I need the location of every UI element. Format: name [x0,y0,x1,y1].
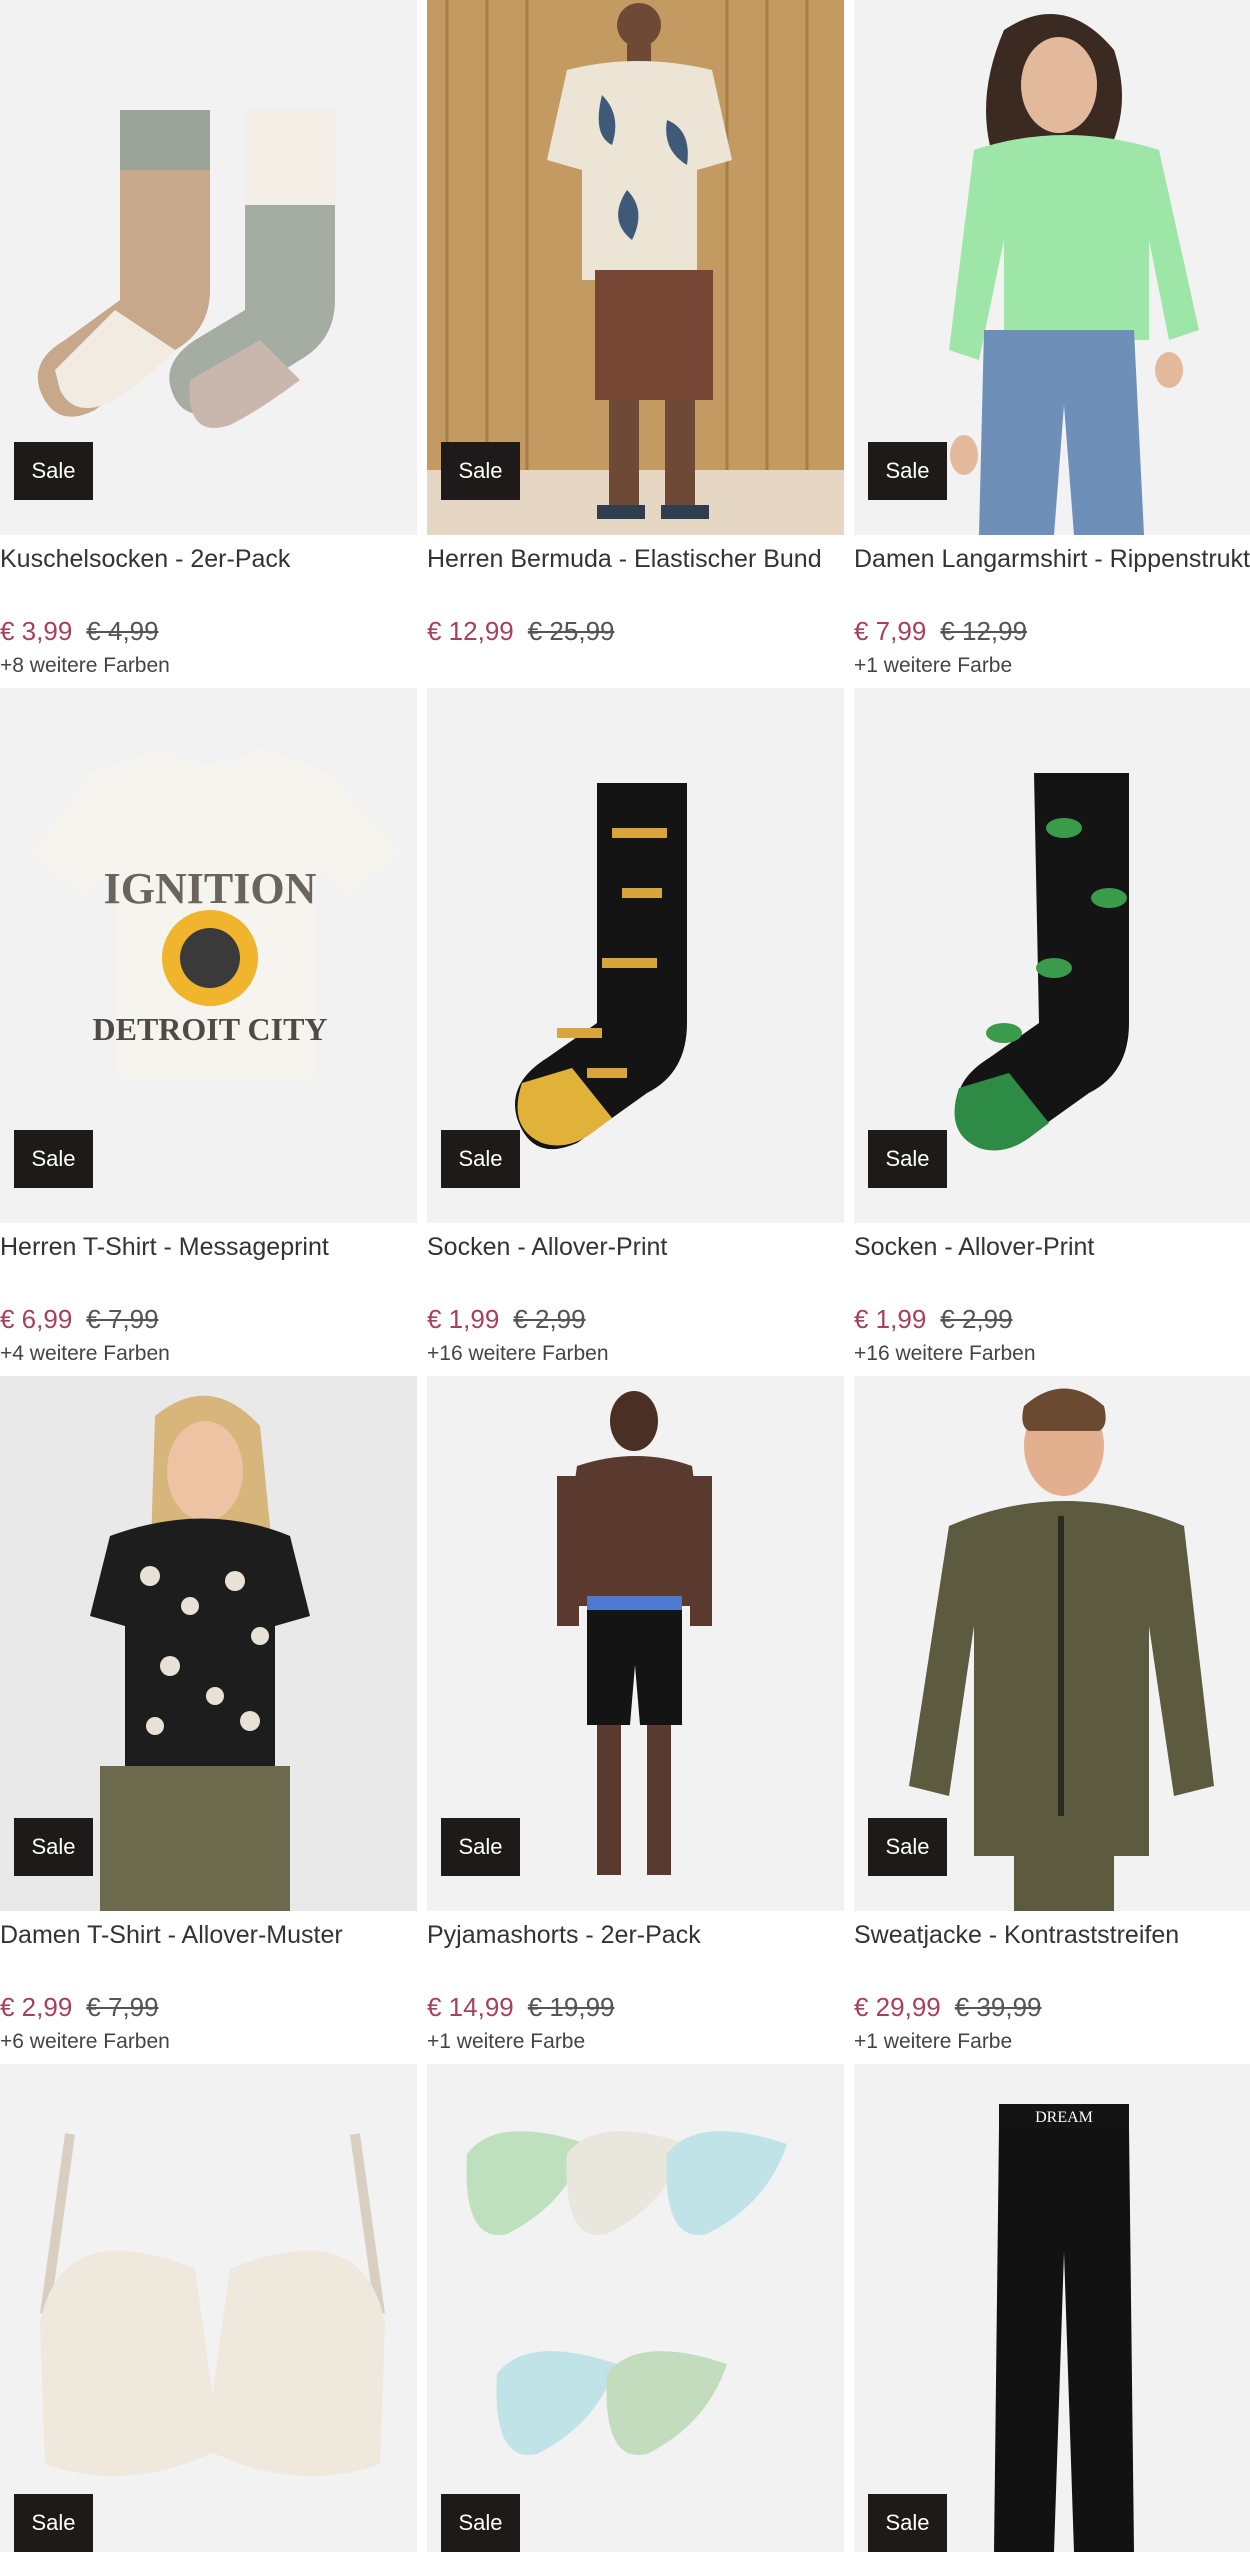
sale-badge: Sale [868,442,947,500]
product-card[interactable]: Sale Socken - Allover-Print € 1,99 € 2,99… [427,688,844,1376]
product-card[interactable]: Sale Pyjamashorts - 2er-Pack € 14,99 € 19… [427,1376,844,2064]
product-title[interactable]: Damen T-Shirt - Allover-Muster [0,1918,420,1952]
original-price: € 39,99 [954,1992,1042,2022]
price-row: € 7,99 € 12,99 [854,614,1027,648]
product-card[interactable]: Sale [427,2064,844,2552]
product-title[interactable]: Pyjamashorts - 2er-Pack [427,1918,847,1952]
sale-price: € 1,99 [427,1304,500,1334]
product-title[interactable]: Herren Bermuda - Elastischer Bund [427,542,847,576]
sale-price: € 1,99 [854,1304,927,1334]
sale-badge: Sale [441,1818,520,1876]
price-row: € 3,99 € 4,99 [0,614,159,648]
sale-price: € 12,99 [427,616,514,646]
sale-price: € 2,99 [0,1992,73,2022]
original-price: € 2,99 [940,1304,1013,1334]
sale-badge: Sale [441,442,520,500]
product-card[interactable]: Sale Socken - Allover-Print € 1,99 € 2,99… [854,688,1250,1376]
product-image[interactable]: Sale [0,2064,417,2552]
product-card[interactable]: DREAM Sale [854,2064,1250,2552]
color-count: +1 weitere Farbe [427,2030,586,2053]
product-card[interactable]: IGNITION DETROIT CITY Sale Herren T-Shir… [0,688,417,1376]
product-title[interactable]: Kuschelsocken - 2er-Pack [0,542,420,576]
sale-price: € 14,99 [427,1992,514,2022]
product-title[interactable]: Socken - Allover-Print [427,1230,847,1264]
product-card[interactable]: Sale Herren Bermuda - Elastischer Bund €… [427,0,844,688]
tshirt-print-text: IGNITION [104,864,317,913]
sale-badge: Sale [868,1818,947,1876]
product-card[interactable]: Sale Kuschelsocken - 2er-Pack € 3,99 € 4,… [0,0,417,688]
product-image[interactable]: DREAM Sale [854,2064,1250,2552]
price-row: € 29,99 € 39,99 [854,1990,1042,2024]
product-image[interactable]: Sale [427,688,844,1223]
original-price: € 19,99 [527,1992,615,2022]
color-count: +1 weitere Farbe [854,2030,1013,2053]
product-card[interactable]: Sale Sweatjacke - Kontraststreifen € 29,… [854,1376,1250,2064]
sale-badge: Sale [441,2494,520,2552]
color-count: +16 weitere Farben [854,1342,1036,1365]
sale-price: € 3,99 [0,616,73,646]
sale-badge: Sale [868,2494,947,2552]
product-image[interactable]: Sale [0,0,417,535]
sale-badge: Sale [441,1130,520,1188]
product-image[interactable]: Sale [854,0,1250,535]
price-row: € 1,99 € 2,99 [854,1302,1013,1336]
original-price: € 4,99 [86,616,159,646]
product-image[interactable]: Sale [0,1376,417,1911]
product-title[interactable]: Damen Langarmshirt - Rippenstruktur [854,542,1250,576]
sale-price: € 6,99 [0,1304,73,1334]
product-image[interactable]: IGNITION DETROIT CITY Sale [0,688,417,1223]
price-row: € 12,99 € 25,99 [427,614,615,648]
original-price: € 2,99 [513,1304,586,1334]
price-row: € 2,99 € 7,99 [0,1990,159,2024]
product-image[interactable]: Sale [854,1376,1250,1911]
original-price: € 7,99 [86,1992,159,2022]
flared-leggings-image: DREAM [854,2064,1250,2552]
color-count: +1 weitere Farbe [854,654,1013,677]
color-count: +16 weitere Farben [427,1342,609,1365]
color-count: +8 weitere Farben [0,654,170,677]
product-image[interactable]: Sale [854,688,1250,1223]
product-title[interactable]: Socken - Allover-Print [854,1230,1250,1264]
price-row: € 1,99 € 2,99 [427,1302,586,1336]
product-title[interactable]: Herren T-Shirt - Messageprint [0,1230,420,1264]
sale-price: € 29,99 [854,1992,941,2022]
original-price: € 25,99 [527,616,615,646]
price-row: € 14,99 € 19,99 [427,1990,615,2024]
product-image[interactable]: Sale [427,1376,844,1911]
original-price: € 7,99 [86,1304,159,1334]
tshirt-print-subtext: DETROIT CITY [92,1011,327,1047]
bra-image [0,2064,417,2552]
waistband-text: DREAM [1035,2109,1093,2126]
sale-badge: Sale [868,1130,947,1188]
sale-badge: Sale [14,1818,93,1876]
color-count: +4 weitere Farben [0,1342,170,1365]
sale-badge: Sale [14,1130,93,1188]
original-price: € 12,99 [940,616,1028,646]
color-count: +6 weitere Farben [0,2030,170,2053]
price-row: € 6,99 € 7,99 [0,1302,159,1336]
product-title[interactable]: Sweatjacke - Kontraststreifen [854,1918,1250,1952]
sale-price: € 7,99 [854,616,927,646]
product-card[interactable]: Sale Damen T-Shirt - Allover-Muster € 2,… [0,1376,417,2064]
product-image[interactable]: Sale [427,0,844,535]
sale-badge: Sale [14,442,93,500]
product-card[interactable]: Sale [0,2064,417,2552]
product-image[interactable]: Sale [427,2064,844,2552]
sale-badge: Sale [14,2494,93,2552]
product-card[interactable]: Sale Damen Langarmshirt - Rippenstruktur… [854,0,1250,688]
sneaker-socks-image [427,2064,844,2552]
